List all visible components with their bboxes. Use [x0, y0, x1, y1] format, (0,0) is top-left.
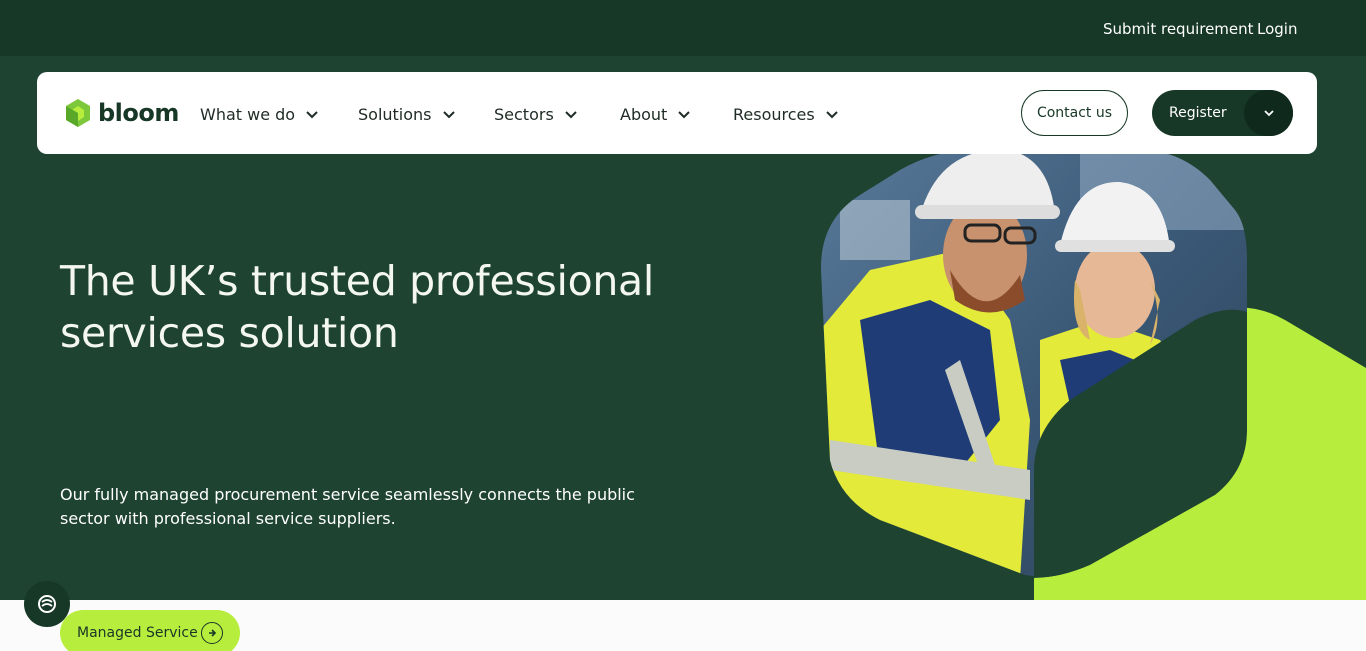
- hero-headline: The UK’s trusted professional services s…: [60, 257, 654, 357]
- chevron-down-icon: [826, 110, 838, 118]
- nav-sectors[interactable]: Sectors: [494, 105, 578, 124]
- nav-label: About: [620, 105, 668, 124]
- chevron-down-icon: [442, 110, 455, 118]
- arrow-right-icon: [201, 622, 223, 644]
- managed-service-label: Managed Service: [77, 625, 198, 641]
- bloom-logo-icon: [66, 99, 90, 127]
- nav-about[interactable]: About: [620, 105, 691, 124]
- nav-resources[interactable]: Resources: [733, 105, 839, 124]
- chat-button[interactable]: [24, 581, 70, 627]
- bloom-logo[interactable]: bloom: [64, 98, 179, 128]
- managed-service-button[interactable]: Managed Service: [60, 610, 240, 651]
- register-label: Register: [1169, 105, 1227, 121]
- nav-label: What we do: [200, 105, 296, 124]
- nav-label: Resources: [733, 105, 815, 124]
- chat-icon: [38, 595, 56, 613]
- logo-wordmark: bloom: [98, 99, 179, 127]
- main-navigation: bloom What we do Solutions Sectors About…: [37, 72, 1317, 154]
- chevron-down-icon: [565, 110, 577, 118]
- nav-label: Solutions: [358, 105, 432, 124]
- register-dropdown-toggle[interactable]: [1244, 90, 1293, 136]
- chevron-down-icon: [1263, 110, 1274, 117]
- register-button[interactable]: Register: [1152, 90, 1293, 136]
- nav-what-we-do[interactable]: What we do: [200, 105, 319, 124]
- chevron-down-icon: [678, 110, 691, 118]
- hero-subtext: Our fully managed procurement service se…: [60, 485, 635, 528]
- contact-us-button[interactable]: Contact us: [1021, 90, 1128, 136]
- nav-label: Sectors: [494, 105, 554, 124]
- nav-solutions[interactable]: Solutions: [358, 105, 456, 124]
- chevron-down-icon: [306, 110, 318, 118]
